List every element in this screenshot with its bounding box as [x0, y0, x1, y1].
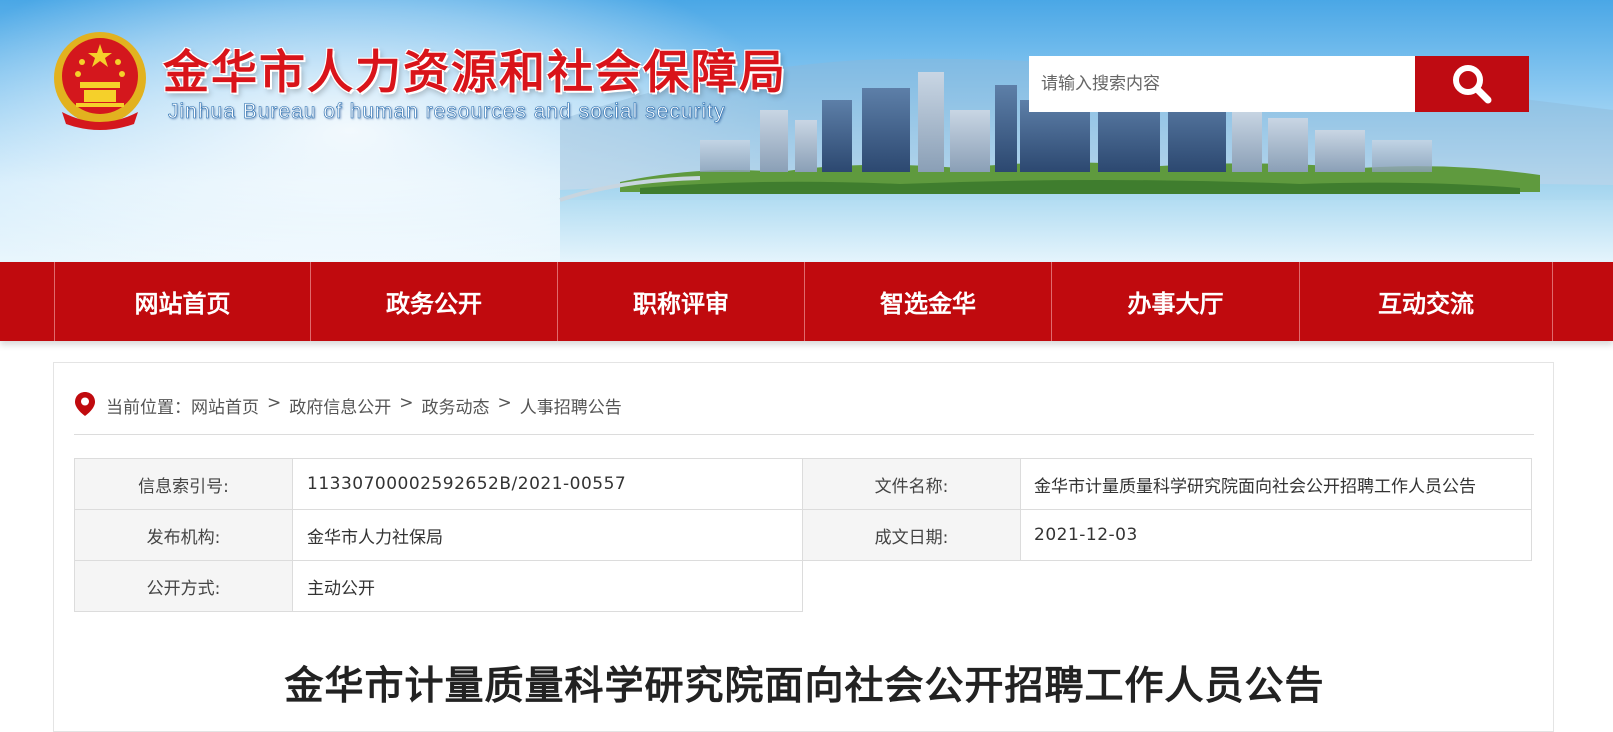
- nav-item-service-hall[interactable]: 办事大厅: [1052, 262, 1300, 341]
- meta-index-label: 信息索引号:: [74, 458, 293, 510]
- nav-item-title-review[interactable]: 职称评审: [558, 262, 805, 341]
- breadcrumb-prefix: 当前位置：: [106, 398, 191, 418]
- meta-date-value: 2021-12-03: [1020, 509, 1532, 561]
- breadcrumb: 当前位置： 网站首页 > 政府信息公开 > 政务动态 > 人事招聘公告: [74, 392, 1534, 435]
- nav-item-government-affairs[interactable]: 政务公开: [311, 262, 558, 341]
- nav-item-home[interactable]: 网站首页: [55, 262, 311, 341]
- site-title: 金华市人力资源和社会保障局: [163, 45, 787, 99]
- meta-index-value: 11330700002592652B/2021-00557: [292, 458, 803, 510]
- meta-disclosure-label: 公开方式:: [74, 560, 293, 612]
- breadcrumb-separator: >: [267, 393, 282, 413]
- meta-doc-name-label: 文件名称:: [802, 458, 1021, 510]
- table-row: 发布机构: 金华市人力社保局 成文日期: 2021-12-03: [74, 509, 1532, 561]
- breadcrumb-separator: >: [497, 393, 512, 413]
- meta-publisher-value: 金华市人力社保局: [292, 509, 803, 561]
- table-row: 公开方式: 主动公开: [74, 560, 1532, 612]
- location-pin-icon: [75, 392, 95, 416]
- breadcrumb-gov-info[interactable]: 政府信息公开: [289, 393, 391, 418]
- breadcrumb-home[interactable]: 网站首页: [191, 393, 259, 418]
- search-input[interactable]: [1029, 56, 1415, 112]
- header-banner: 金华市人力资源和社会保障局 Jinhua Bureau of human res…: [0, 0, 1613, 262]
- meta-doc-name-value: 金华市计量质量科学研究院面向社会公开招聘工作人员公告: [1020, 458, 1532, 510]
- nav-item-interaction[interactable]: 互动交流: [1300, 262, 1553, 341]
- meta-empty-cell: [802, 560, 1532, 612]
- breadcrumb-separator: >: [399, 393, 414, 413]
- search-button[interactable]: [1415, 56, 1529, 112]
- article-title: 金华市计量质量科学研究院面向社会公开招聘工作人员公告: [284, 664, 1325, 709]
- search-bar: [1029, 56, 1529, 112]
- site-subtitle: Jinhua Bureau of human resources and soc…: [168, 100, 726, 124]
- meta-date-label: 成文日期:: [802, 509, 1021, 561]
- meta-disclosure-value: 主动公开: [292, 560, 803, 612]
- meta-publisher-label: 发布机构:: [74, 509, 293, 561]
- content-panel: 当前位置： 网站首页 > 政府信息公开 > 政务动态 > 人事招聘公告 信息索引…: [53, 362, 1554, 732]
- national-emblem-logo: [54, 32, 146, 130]
- main-nav: 网站首页 政务公开 职称评审 智选金华 办事大厅 互动交流: [0, 262, 1613, 341]
- breadcrumb-recruitment[interactable]: 人事招聘公告: [520, 393, 622, 418]
- table-row: 信息索引号: 11330700002592652B/2021-00557 文件名…: [74, 458, 1532, 510]
- search-icon: [1453, 65, 1492, 104]
- breadcrumb-gov-news[interactable]: 政务动态: [422, 393, 490, 418]
- nav-item-talent-jinhua[interactable]: 智选金华: [805, 262, 1052, 341]
- document-meta-table: 信息索引号: 11330700002592652B/2021-00557 文件名…: [74, 458, 1532, 612]
